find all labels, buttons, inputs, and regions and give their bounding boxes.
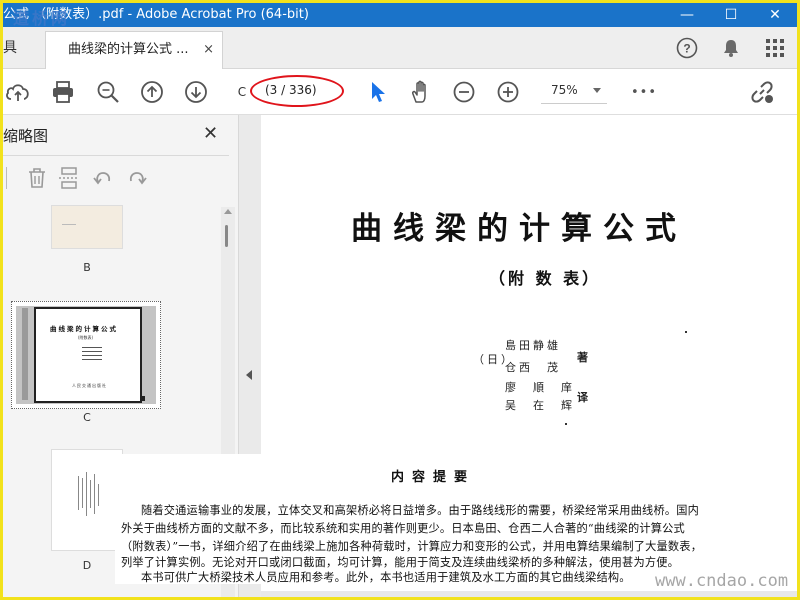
window-controls: — ☐ ✕ <box>665 3 797 27</box>
main-toolbar: C (3 / 336) 75% ••• <box>3 69 797 115</box>
thumbnail-c-selected[interactable]: 曲线梁的计算公式 (附数表) 人民交通出版社 <box>11 301 161 409</box>
help-icon[interactable]: ? <box>665 27 709 69</box>
zoom-dropdown-icon[interactable] <box>593 88 601 93</box>
tab-document-label: 曲线梁的计算公式 ... <box>68 42 189 57</box>
thumbnail-label-b: B <box>83 261 91 274</box>
share-link-icon[interactable] <box>747 69 777 115</box>
tab-document[interactable]: 曲线梁的计算公式 ... × <box>45 31 223 69</box>
panel-divider <box>3 155 229 156</box>
abstract-line-4: 列举了计算实例。无论对开口或闭口截面，均可计算，能用于简支及连续曲线梁桥的多种解… <box>121 556 679 569</box>
bell-icon[interactable] <box>709 27 753 69</box>
document-subtitle: （附 数 表） <box>489 269 602 288</box>
panel-toolbar <box>3 163 229 193</box>
abstract-overlay: 内容提要 随着交通运输事业的发展，立体交叉和高架桥必将日益增多。由于路线线形的需… <box>115 454 771 584</box>
app-window: 公式 （附数表）.pdf - Adobe Acrobat Pro (64-bit… <box>0 0 800 600</box>
translator-1: 廖 順 庠 <box>505 381 575 394</box>
watermark-logo: 道桥网 <box>13 9 71 28</box>
zoom-underline <box>541 103 607 104</box>
highlight-annotation <box>250 75 344 107</box>
abstract-line-5: 本书可供广大桥梁技术人员应用和参考。此外，本书也适用于建筑及水工方面的其它曲线梁… <box>141 571 631 584</box>
scan-speck <box>685 331 687 333</box>
collapse-arrow-icon <box>246 370 252 380</box>
author-role: 著 <box>577 351 591 364</box>
svg-text:?: ? <box>683 42 690 56</box>
upload-cloud-icon[interactable] <box>3 69 33 115</box>
thumbnail-c-sub: (附数表) <box>78 335 94 340</box>
maximize-button[interactable]: ☐ <box>709 3 753 27</box>
rotate-right-icon[interactable] <box>123 163 151 193</box>
thumbnail-b[interactable] <box>51 205 123 249</box>
trash-icon[interactable] <box>23 163 51 193</box>
author-1: 島田静雄 <box>505 339 561 352</box>
scrollbar-thumb[interactable] <box>225 225 228 247</box>
abstract-heading: 内容提要 <box>391 470 476 485</box>
document-title: 曲线梁的计算公式 <box>351 211 687 247</box>
zoom-out-icon[interactable] <box>449 69 479 115</box>
zoom-search-icon[interactable] <box>91 69 125 115</box>
rotate-left-icon[interactable] <box>89 163 117 193</box>
toolbar-separator <box>3 163 9 193</box>
thumbnail-label-c: C <box>83 411 91 424</box>
scroll-up-icon[interactable] <box>224 209 232 214</box>
zoom-in-icon[interactable] <box>493 69 523 115</box>
extract-pages-icon[interactable] <box>55 163 83 193</box>
tab-bar: 具 曲线梁的计算公式 ... × ? <box>3 27 797 69</box>
tab-right-icons: ? <box>665 27 797 69</box>
apps-grid-icon[interactable] <box>753 27 797 69</box>
scan-speck <box>565 423 567 425</box>
title-bar: 公式 （附数表）.pdf - Adobe Acrobat Pro (64-bit… <box>3 3 797 27</box>
tab-close-button[interactable]: × <box>203 32 214 68</box>
watermark-url: www.cndao.com <box>655 571 789 591</box>
thumbnail-c-title: 曲线梁的计算公式 <box>50 325 118 333</box>
page-up-icon[interactable] <box>135 69 169 115</box>
panel-title: 缩略图 <box>3 127 49 145</box>
abstract-line-3: （附数表）”一书，详细介绍了在曲线梁上施加各种荷载时，计算应力和变形的公式，并用… <box>121 540 703 553</box>
translator-2: 吴 在 辉 <box>505 399 575 412</box>
print-icon[interactable] <box>47 69 79 115</box>
abstract-line-1: 随着交通运输事业的发展，立体交叉和高架桥必将日益增多。由于路线线形的需要，桥梁经… <box>141 504 699 517</box>
thumbnail-label-d: D <box>82 559 92 572</box>
more-tools-icon[interactable]: ••• <box>629 69 659 115</box>
hand-tool-icon[interactable] <box>405 69 437 115</box>
tab-tools[interactable]: 具 <box>3 27 43 68</box>
select-arrow-icon[interactable] <box>363 69 393 115</box>
close-window-button[interactable]: ✕ <box>753 3 797 27</box>
thumbnail-c-footer: 人民交通出版社 <box>72 383 107 388</box>
document-hscrollbar[interactable] <box>261 591 797 597</box>
minimize-button[interactable]: — <box>665 3 709 27</box>
page-down-icon[interactable] <box>179 69 213 115</box>
panel-close-button[interactable]: ✕ <box>203 123 218 144</box>
thumbnail-d[interactable] <box>51 449 123 551</box>
zoom-level[interactable]: 75% <box>551 83 578 97</box>
abstract-line-2: 外关于曲线桥方面的文献不多，而比较系统和实用的著作则更少。日本島田、仓西二人合著… <box>121 522 685 535</box>
translator-role: 译 <box>577 391 591 404</box>
author-2: 仓西 茂 <box>505 361 561 374</box>
